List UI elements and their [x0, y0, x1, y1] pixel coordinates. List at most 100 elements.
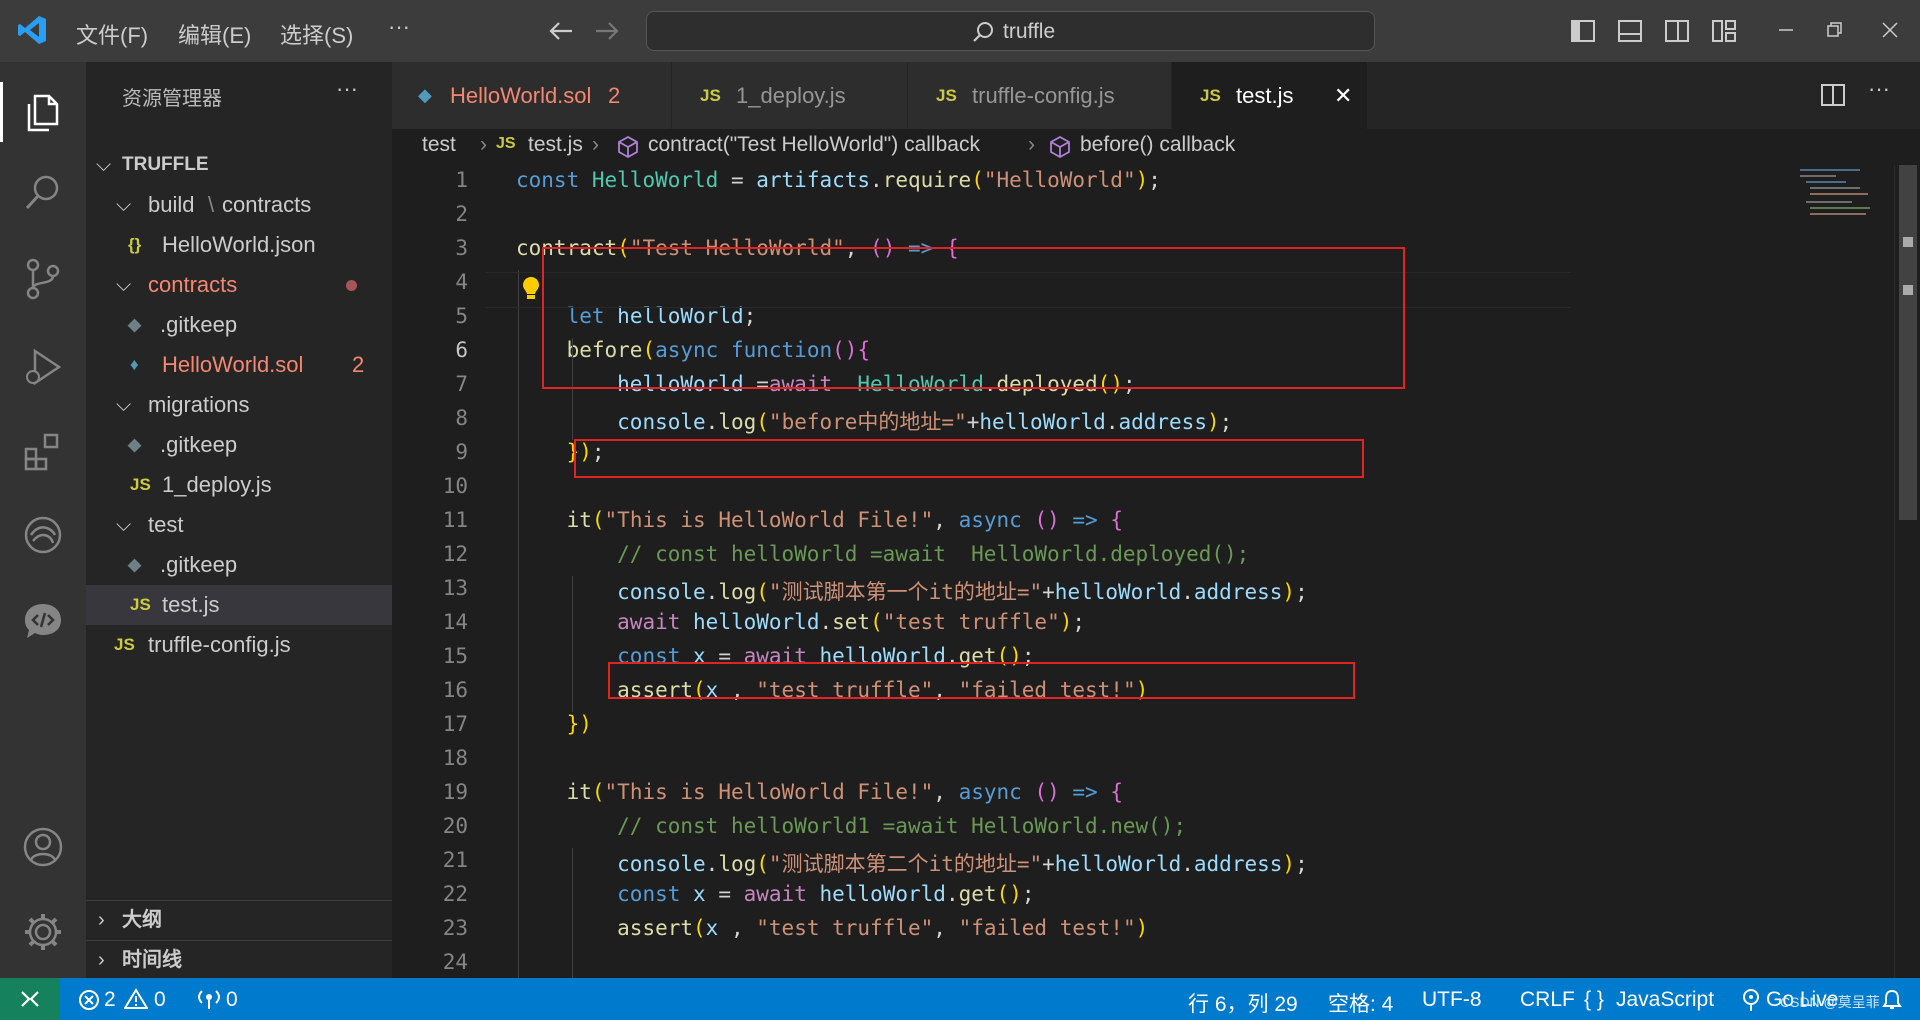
folder-build-contracts[interactable]: ⌵ build \ contracts [86, 185, 392, 225]
section-timeline[interactable]: › 时间线 [86, 940, 392, 980]
breadcrumb-file[interactable]: test.js [528, 133, 583, 157]
tab-helloworld-sol[interactable]: ◆ HelloWorld.sol 2 [392, 62, 671, 129]
explorer-more-button[interactable]: ··· [336, 76, 358, 102]
editor-scrollbar[interactable] [1894, 165, 1920, 978]
tab-1-deploy-js[interactable]: JS 1_deploy.js [672, 62, 907, 129]
lightbulb-icon[interactable] [520, 275, 542, 301]
remote-explorer-icon[interactable] [18, 510, 68, 560]
source-control-icon[interactable] [18, 254, 68, 304]
watermark: CSDN @莫呈菲 [1780, 994, 1880, 1010]
menu-more[interactable]: ··· [388, 14, 410, 40]
problem-count-badge: 2 [608, 83, 621, 108]
code-editor[interactable]: 1 const HelloWorld = artifacts.require("H… [392, 165, 1920, 978]
chat-icon[interactable] [18, 597, 68, 647]
folder-root-truffle[interactable]: ⌵ TRUFFLE [86, 145, 392, 185]
file-1-deploy-js[interactable]: JS 1_deploy.js [86, 465, 392, 505]
command-center-search[interactable]: truffle [646, 11, 1375, 51]
code-line[interactable]: helloWorld =await HelloWorld.deployed(); [516, 372, 1135, 396]
code-line[interactable]: const x = await helloWorld.get(); [516, 882, 1034, 906]
close-window-icon[interactable] [1880, 20, 1900, 40]
warning-count[interactable]: 0 [154, 988, 166, 1012]
scroll-marker [1903, 237, 1913, 247]
chevron-down-icon: ⌵ [116, 514, 132, 536]
code-line[interactable]: assert(x , "test truffle", "failed test!… [516, 916, 1148, 940]
code-line[interactable]: it("This is HelloWorld File!", async () … [516, 780, 1123, 804]
code-line[interactable]: await helloWorld.set("test truffle"); [516, 610, 1085, 634]
code-line[interactable]: // const helloWorld =await HelloWorld.de… [516, 542, 1249, 566]
code-line[interactable]: }) [516, 712, 592, 736]
code-line[interactable]: // const helloWorld1 =await HelloWorld.n… [516, 814, 1186, 838]
ports-broadcast-icon[interactable] [196, 988, 222, 1010]
encoding[interactable]: UTF-8 [1422, 988, 1482, 1012]
split-editor-icon[interactable] [1820, 82, 1846, 108]
customize-layout-icon[interactable] [1711, 18, 1737, 44]
file-gitkeep[interactable]: ◆ .gitkeep [86, 425, 392, 465]
line-number: 14 [442, 610, 468, 634]
restore-icon[interactable] [1824, 20, 1844, 40]
code-line[interactable]: it("This is HelloWorld File!", async () … [516, 508, 1123, 532]
editor-more-actions[interactable]: ··· [1868, 76, 1890, 102]
line-number: 16 [442, 678, 468, 702]
menu-file[interactable]: 文件(F) [76, 18, 148, 50]
code-line[interactable]: console.log("before中的地址="+helloWorld.add… [516, 406, 1232, 436]
run-debug-icon[interactable] [18, 342, 68, 392]
file-test-js[interactable]: JS test.js [86, 585, 392, 625]
breadcrumb-symbol-contract[interactable]: contract("Test HelloWorld") callback [648, 133, 980, 157]
remote-indicator[interactable] [0, 978, 60, 1020]
forward-arrow-icon[interactable] [594, 20, 620, 42]
code-line[interactable]: console.log("测试脚本第一个it的地址="+helloWorld.a… [516, 576, 1308, 606]
title-bar: 文件(F) 编辑(E) 选择(S) ··· truffle [0, 0, 1920, 62]
scrollbar-thumb[interactable] [1899, 165, 1917, 520]
warning-icon[interactable] [124, 988, 148, 1010]
toggle-panel-icon[interactable] [1617, 18, 1643, 44]
extensions-icon[interactable] [18, 427, 68, 477]
code-line[interactable]: console.log("测试脚本第二个it的地址="+helloWorld.a… [516, 848, 1308, 878]
menu-selection[interactable]: 选择(S) [280, 18, 353, 50]
error-count[interactable]: 2 [104, 988, 116, 1012]
close-tab-icon[interactable]: ✕ [1334, 62, 1352, 129]
explorer-icon[interactable] [18, 87, 68, 137]
line-number: 8 [455, 406, 468, 430]
code-line[interactable]: const HelloWorld = artifacts.require("He… [516, 168, 1161, 192]
folder-test[interactable]: ⌵ test [86, 505, 392, 545]
end-of-line[interactable]: CRLF [1520, 988, 1575, 1012]
breadcrumb-symbol-before[interactable]: before() callback [1080, 133, 1235, 157]
line-number: 5 [455, 304, 468, 328]
error-icon[interactable] [78, 989, 100, 1011]
code-line[interactable]: assert(x , "test truffle", "failed test!… [516, 678, 1148, 702]
minimap[interactable] [1796, 165, 1882, 225]
line-number: 4 [455, 270, 468, 294]
indent-guide [572, 576, 573, 712]
file-helloworld-json[interactable]: {} HelloWorld.json [86, 225, 392, 265]
menu-edit[interactable]: 编辑(E) [178, 18, 251, 50]
file-truffle-config-js[interactable]: JS truffle-config.js [86, 625, 392, 665]
code-line[interactable]: before(async function(){ [516, 338, 871, 362]
ports-count[interactable]: 0 [226, 988, 238, 1012]
indentation[interactable]: 空格: 4 [1328, 988, 1393, 1018]
toggle-secondary-sidebar-icon[interactable] [1664, 18, 1690, 44]
language-mode[interactable]: JavaScript [1616, 988, 1714, 1012]
code-line[interactable]: contract("Test HelloWorld", () => { [516, 236, 959, 260]
minimize-icon[interactable] [1776, 20, 1796, 40]
settings-gear-icon[interactable] [18, 907, 68, 957]
tab-truffle-config-js[interactable]: JS truffle-config.js [908, 62, 1171, 129]
folder-contracts[interactable]: ⌵ contracts [86, 265, 392, 305]
toggle-sidebar-icon[interactable] [1570, 18, 1596, 44]
search-view-icon[interactable] [18, 167, 68, 217]
file-gitkeep[interactable]: ◆ .gitkeep [86, 305, 392, 345]
file-helloworld-sol[interactable]: ♦ HelloWorld.sol 2 [86, 345, 392, 385]
activity-bar [0, 62, 86, 978]
breadcrumb-folder[interactable]: test [422, 133, 456, 157]
notifications-bell-icon[interactable] [1880, 988, 1904, 1012]
code-line[interactable]: const x = await helloWorld.get(); [516, 644, 1034, 668]
back-arrow-icon[interactable] [548, 20, 574, 42]
chevron-down-icon: ⌵ [116, 394, 132, 416]
section-outline[interactable]: › 大纲 [86, 900, 392, 940]
account-icon[interactable] [18, 822, 68, 872]
vscode-logo-icon [18, 16, 46, 44]
code-line[interactable]: }); [516, 440, 605, 464]
cursor-position[interactable]: 行 6，列 29 [1188, 988, 1298, 1018]
file-gitkeep[interactable]: ◆ .gitkeep [86, 545, 392, 585]
folder-migrations[interactable]: ⌵ migrations [86, 385, 392, 425]
tab-test-js[interactable]: JS test.js ✕ [1172, 62, 1367, 129]
